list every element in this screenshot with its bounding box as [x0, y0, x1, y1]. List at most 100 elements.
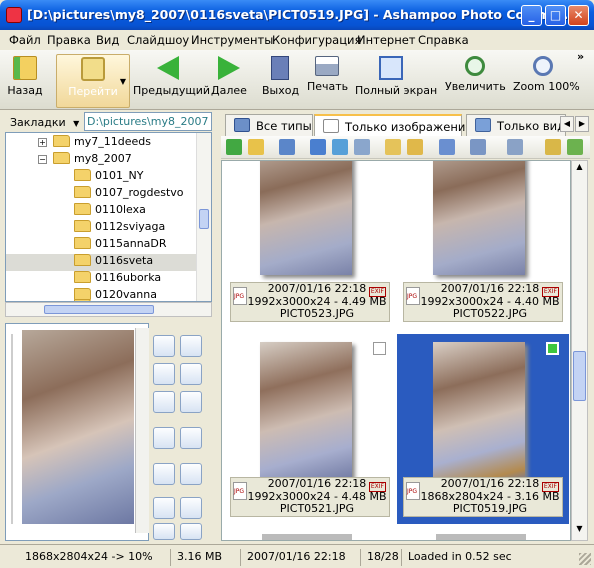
resize-grip-icon[interactable]	[579, 553, 591, 565]
minimize-icon[interactable]: _	[521, 5, 542, 26]
rotate-180-icon[interactable]	[153, 391, 175, 413]
tab-all-types[interactable]: Все типы	[225, 114, 313, 136]
select-frame-icon[interactable]	[180, 497, 202, 519]
thumbnail-cell-selected[interactable]: JPG EXIF 2007/01/16 22:18 1868x2804x24 -…	[397, 334, 569, 524]
select-checkbox-checked[interactable]	[546, 342, 559, 355]
exit-button[interactable]: Выход	[262, 54, 299, 108]
crop-icon[interactable]	[180, 463, 202, 485]
new-folder-icon[interactable]	[385, 139, 401, 155]
expander-minus-icon[interactable]: −	[38, 155, 47, 164]
list-options-icon[interactable]	[470, 139, 486, 155]
folder-up-icon[interactable]	[248, 139, 264, 155]
title-bar[interactable]: [D:\pictures\my8_2007\0116sveta\PICT0519…	[0, 0, 594, 30]
scroll-up-icon[interactable]: ▲	[573, 162, 586, 177]
tree-node[interactable]: 0115annaDR	[74, 237, 167, 254]
tab-images-only[interactable]: Только изображения	[314, 114, 472, 136]
chevron-down-icon: ▼	[73, 119, 80, 128]
resize-image-icon[interactable]	[153, 463, 175, 485]
zoom-100-icon	[533, 56, 553, 76]
path-input[interactable]: D:\pictures\my8_2007	[84, 112, 212, 131]
preview-image	[22, 330, 134, 524]
thumbnail-grid[interactable]: JPG EXIF 2007/01/16 22:18 1992x3000x24 -…	[221, 160, 571, 541]
thumbnail-info: JPG EXIF 2007/01/16 22:18 1992x3000x24 -…	[230, 477, 390, 517]
sort-icon[interactable]	[439, 139, 455, 155]
tree-node-selected[interactable]: 0116sveta	[6, 254, 197, 271]
cube-icon	[475, 118, 491, 132]
tree-scrollbar-vertical[interactable]	[196, 133, 211, 301]
print-button[interactable]: Печать	[307, 54, 348, 108]
thumbnail-image	[260, 161, 352, 275]
tree-node[interactable]: 0116uborka	[74, 271, 161, 288]
menu-view[interactable]: Вид	[96, 33, 119, 47]
grid-scrollbar-vertical[interactable]: ▲ ▼	[571, 160, 588, 541]
previous-button[interactable]: Предыдущий	[133, 54, 210, 108]
zoom-in-icon	[465, 56, 485, 76]
zoom-in-button[interactable]: Увеличить	[445, 54, 506, 108]
exit-door-icon	[271, 56, 289, 80]
next-button[interactable]: Далее	[210, 54, 248, 108]
thumbnail-cell[interactable]: JPG EXIF 2007/01/16 22:18 1992x3000x24 -…	[224, 334, 396, 524]
menu-edit[interactable]: Правка	[47, 33, 91, 47]
back-arrow-icon[interactable]	[226, 139, 242, 155]
tab-scroll-left-icon[interactable]: ◀	[560, 116, 574, 132]
scroll-down-icon[interactable]: ▼	[573, 524, 586, 539]
tree-node[interactable]: 0112sviyaga	[74, 220, 165, 237]
tab-scroll-right-icon[interactable]: ▶	[575, 116, 589, 132]
toolbar-overflow-icon[interactable]: »	[577, 50, 584, 63]
thumbnail-image-partial	[262, 534, 352, 540]
tree-node[interactable]: − my8_2007	[38, 152, 132, 169]
tree-node[interactable]: 0110lexa	[74, 203, 146, 220]
color-adjust-icon[interactable]	[153, 427, 175, 449]
folder-tree[interactable]: + my7_11deeds − my8_2007 0101_NY 0107_ro…	[5, 132, 212, 302]
flip-vertical-icon[interactable]	[180, 335, 202, 357]
tree-node[interactable]: + my7_11deeds	[38, 135, 151, 152]
scroll-thumb[interactable]	[199, 209, 209, 229]
bookmarks-dropdown[interactable]: Закладки ▼	[10, 116, 79, 129]
more-tools-icon[interactable]	[180, 523, 202, 540]
thumbnail-cell[interactable]: JPG EXIF 2007/01/16 22:18 1992x3000x24 -…	[397, 161, 569, 323]
menu-file[interactable]: Файл	[9, 33, 41, 47]
chevron-down-icon[interactable]: ▼	[120, 77, 126, 86]
flip-horizontal-icon[interactable]	[153, 335, 175, 357]
zoom-100-button[interactable]: Zoom 100%	[513, 54, 580, 108]
status-filesize: 3.16 MB	[170, 549, 226, 566]
folder-open-icon[interactable]	[407, 139, 423, 155]
exif-badge-icon: EXIF	[368, 482, 386, 492]
folder-icon	[74, 203, 91, 215]
menu-slideshow[interactable]: Слайдшоу	[127, 33, 189, 47]
close-icon[interactable]: ✕	[568, 5, 589, 26]
text-icon[interactable]	[153, 523, 175, 540]
split-view-icon[interactable]	[279, 139, 295, 155]
search-icon[interactable]	[354, 139, 370, 155]
image-enhance-icon[interactable]	[180, 427, 202, 449]
back-button[interactable]: Назад	[3, 54, 47, 108]
rotate-left-90-icon[interactable]	[153, 363, 175, 385]
select-checkbox[interactable]	[373, 342, 386, 355]
thumbnail-view-icon[interactable]	[310, 139, 326, 155]
tree-node[interactable]: 0101_NY	[74, 169, 143, 186]
scroll-thumb[interactable]	[44, 305, 154, 314]
tab-view-only[interactable]: Только вид	[466, 114, 566, 136]
menu-config[interactable]: Конфигурация	[272, 33, 361, 47]
rotate-right-90-icon[interactable]	[180, 363, 202, 385]
menu-bar: Файл Правка Вид Слайдшоу Инструменты Кон…	[0, 30, 594, 50]
eraser-icon[interactable]	[153, 497, 175, 519]
scroll-thumb[interactable]	[573, 351, 586, 401]
go-button[interactable]: Перейти ▼	[56, 54, 130, 108]
menu-internet[interactable]: Интернет	[357, 33, 416, 47]
tree-node[interactable]: 0107_rogdestvo	[74, 186, 184, 203]
tools-scrollbar[interactable]	[135, 328, 149, 533]
move-to-folder-icon[interactable]	[545, 139, 561, 155]
refresh-icon[interactable]	[332, 139, 348, 155]
arrow-left-icon	[157, 56, 179, 80]
thumbnail-cell[interactable]: JPG EXIF 2007/01/16 22:18 1992x3000x24 -…	[224, 161, 396, 323]
menu-tools[interactable]: Инструменты	[191, 33, 273, 47]
fullscreen-button[interactable]: Полный экран	[355, 54, 437, 108]
copy-to-icon[interactable]	[507, 139, 523, 155]
export-folder-icon[interactable]	[567, 139, 583, 155]
tree-scrollbar-horizontal[interactable]	[5, 302, 212, 317]
menu-help[interactable]: Справка	[418, 33, 469, 47]
redo-rotate-icon[interactable]	[180, 391, 202, 413]
maximize-icon[interactable]: □	[545, 5, 566, 26]
expander-plus-icon[interactable]: +	[38, 138, 47, 147]
